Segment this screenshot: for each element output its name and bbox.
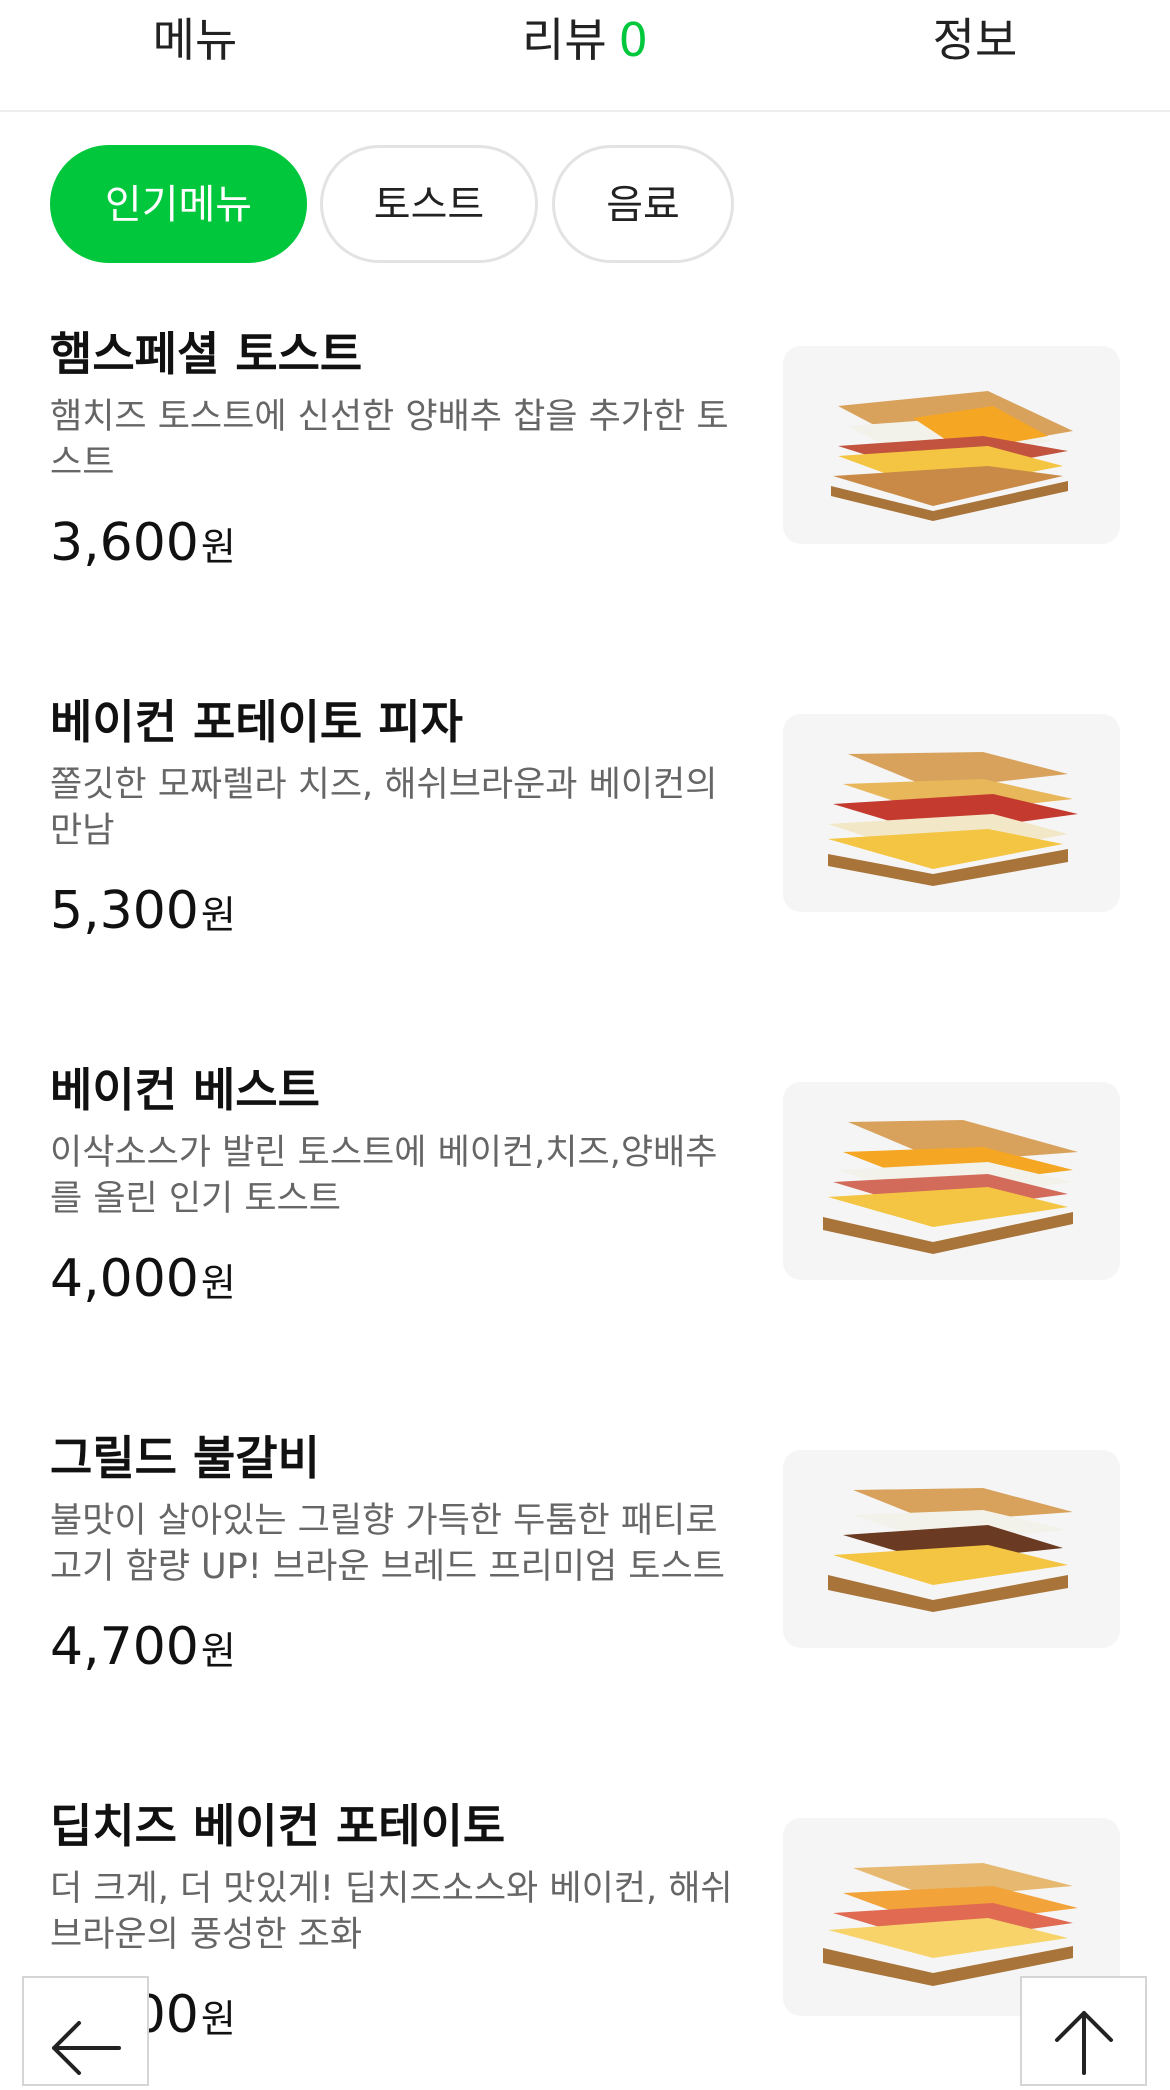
chip-drinks[interactable]: 음료 — [552, 145, 734, 263]
menu-item-price: 3,600원 — [50, 513, 236, 573]
review-count: 0 — [618, 13, 648, 67]
menu-item-price: 5,300원 — [50, 881, 236, 941]
menu-item-description: 이삭소스가 발린 토스트에 베이컨,치즈,양배추를 올린 인기 토스트 — [50, 1133, 718, 1219]
menu-item-description: 불맛이 살아있는 그릴향 가득한 두툼한 패티로 고기 함량 UP! 브라운 브… — [50, 1501, 725, 1587]
price-value: 5,300 — [50, 881, 199, 941]
price-value: 3,600 — [50, 513, 199, 573]
menu-item[interactable]: 딥치즈 베이컨 포테이토 더 크게, 더 맛있게! 딥치즈소스와 베이컨, 해쉬… — [0, 1790, 1170, 2090]
tab-review[interactable]: 리뷰 0 — [435, 0, 735, 80]
price-currency: 원 — [200, 893, 236, 937]
menu-item-image — [783, 346, 1120, 544]
menu-item-name: 베이컨 포테이토 피자 — [50, 695, 463, 749]
menu-item[interactable]: 햄스페셜 토스트 햄치즈 토스트에 신선한 양배추 찹을 추가한 토스트 3,6… — [0, 318, 1170, 618]
price-value: 4,000 — [50, 1249, 199, 1309]
menu-item-description: 햄치즈 토스트에 신선한 양배추 찹을 추가한 토스트 — [50, 397, 729, 483]
menu-item-name: 그릴드 불갈비 — [50, 1431, 320, 1485]
menu-item-name: 햄스페셜 토스트 — [50, 327, 363, 381]
tab-info[interactable]: 정보 — [825, 0, 1125, 80]
menu-item-description: 쫄깃한 모짜렐라 치즈, 해쉬브라운과 베이컨의 만남 — [50, 765, 718, 851]
menu-item-price: 4,700원 — [50, 1617, 236, 1677]
menu-item-image — [783, 1450, 1120, 1648]
price-currency: 원 — [200, 1261, 236, 1305]
price-currency: 원 — [200, 525, 236, 569]
menu-item[interactable]: 베이컨 베스트 이삭소스가 발린 토스트에 베이컨,치즈,양배추를 올린 인기 … — [0, 1054, 1170, 1354]
arrow-left-icon — [52, 2021, 121, 2075]
price-value: 4,700 — [50, 1617, 199, 1677]
menu-item-price: 4,000원 — [50, 1249, 236, 1309]
price-currency: 원 — [200, 1629, 236, 1673]
chip-toast[interactable]: 토스트 — [320, 145, 538, 263]
price-currency: 원 — [200, 1997, 236, 2041]
menu-item-image — [783, 714, 1120, 912]
sandwich-image — [831, 391, 1073, 521]
chip-popular[interactable]: 인기메뉴 — [50, 145, 307, 263]
menu-item[interactable]: 베이컨 포테이토 피자 쫄깃한 모짜렐라 치즈, 해쉬브라운과 베이컨의 만남 … — [0, 686, 1170, 986]
tab-menu-label: 메뉴 — [152, 13, 238, 67]
top-tab-bar: 메뉴 리뷰 0 정보 — [0, 0, 1170, 112]
sandwich-image — [828, 752, 1078, 886]
sandwich-image — [823, 1120, 1078, 1254]
tab-info-label: 정보 — [932, 13, 1018, 67]
tab-review-label: 리뷰 — [522, 13, 607, 67]
tab-menu[interactable]: 메뉴 — [45, 0, 345, 80]
menu-item-image — [783, 1082, 1120, 1280]
back-button[interactable] — [22, 1976, 149, 2086]
menu-item-name: 딥치즈 베이컨 포테이토 — [50, 1799, 506, 1853]
menu-item[interactable]: 그릴드 불갈비 불맛이 살아있는 그릴향 가득한 두툼한 패티로 고기 함량 U… — [0, 1422, 1170, 1722]
menu-item-description: 더 크게, 더 맛있게! 딥치즈소스와 베이컨, 해쉬브라운의 풍성한 조화 — [50, 1869, 733, 1955]
menu-item-name: 베이컨 베스트 — [50, 1063, 320, 1117]
scroll-top-button[interactable] — [1020, 1976, 1147, 2086]
sandwich-image — [828, 1488, 1073, 1612]
arrow-up-icon — [1055, 2011, 1113, 2075]
